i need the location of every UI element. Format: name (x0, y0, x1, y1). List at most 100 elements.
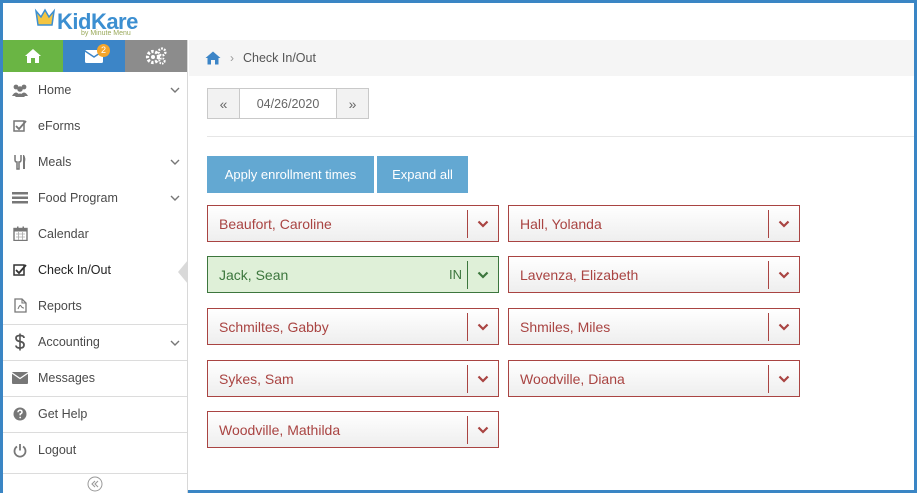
chevron-down-icon (778, 375, 790, 383)
tab-settings[interactable] (125, 40, 187, 72)
utensils-icon (11, 153, 29, 171)
double-chevron-left-icon (87, 476, 103, 491)
tab-messages[interactable]: 2 (63, 40, 125, 72)
child-card[interactable]: Sykes, Sam (207, 360, 499, 397)
chevron-down-icon (477, 375, 489, 383)
sidebar-item-food-program[interactable]: Food Program (3, 180, 187, 216)
sidebar-item-label: Meals (38, 154, 72, 169)
sidebar-menu: Home eForms Meals Food Program Calendar … (3, 72, 188, 468)
message-count-badge: 2 (97, 44, 110, 57)
chevron-down-icon (477, 426, 489, 434)
sidebar-item-label: Logout (38, 443, 77, 457)
sidebar-item-label: Accounting (38, 335, 100, 349)
expand-child-button[interactable] (768, 312, 799, 341)
sidebar: 2 Home eForms Meals Food Program Calenda… (3, 40, 188, 493)
sidebar-item-accounting[interactable]: Accounting (3, 324, 187, 360)
child-name: Woodville, Diana (520, 370, 625, 387)
child-card[interactable]: Jack, Sean IN (207, 256, 499, 293)
logo-mark-icon (34, 8, 56, 26)
list-icon (11, 189, 29, 207)
expand-child-button[interactable] (768, 364, 799, 393)
chevron-down-icon (477, 220, 489, 228)
child-name: Shmiles, Miles (520, 318, 611, 335)
apply-enrollment-times-button[interactable]: Apply enrollment times (207, 156, 374, 193)
child-card[interactable]: Hall, Yolanda (508, 205, 800, 242)
expand-child-button[interactable] (768, 260, 799, 289)
sidebar-item-label: Reports (38, 298, 82, 313)
child-name: Hall, Yolanda (520, 215, 602, 232)
dollar-icon (11, 333, 29, 351)
divider (207, 136, 914, 137)
expand-child-button[interactable] (467, 209, 498, 238)
sidebar-item-check-in-out[interactable]: Check In/Out (3, 252, 188, 288)
child-name: Sykes, Sam (219, 370, 294, 387)
people-icon (11, 81, 29, 99)
child-card[interactable]: Lavenza, Elizabeth (508, 256, 800, 293)
sidebar-item-label: Home (38, 82, 72, 97)
kidkare-logo[interactable]: KidKare by Minute Menu (31, 5, 151, 41)
expand-child-button[interactable] (467, 312, 498, 341)
chevron-down-icon (477, 323, 489, 331)
collapse-sidebar-button[interactable] (3, 473, 187, 493)
sidebar-item-logout[interactable]: Logout (3, 432, 187, 468)
power-icon (11, 441, 29, 459)
sidebar-item-get-help[interactable]: Get Help (3, 396, 187, 432)
top-bar: KidKare by Minute Menu (3, 3, 914, 43)
chevron-down-icon (170, 340, 180, 346)
home-icon (25, 49, 41, 63)
child-card[interactable]: Woodville, Diana (508, 360, 800, 397)
date-navigator: « 04/26/2020 » (207, 88, 369, 119)
breadcrumb-separator: › (230, 51, 234, 65)
child-name: Beaufort, Caroline (219, 215, 332, 232)
next-date-button[interactable]: » (337, 89, 368, 118)
sidebar-item-eforms[interactable]: eForms (3, 108, 187, 144)
checkbox-icon (11, 261, 29, 279)
chevron-down-icon (170, 159, 180, 165)
child-card[interactable]: Beaufort, Caroline (207, 205, 499, 242)
chevron-down-icon (778, 271, 790, 279)
sidebar-item-label: Messages (38, 371, 95, 385)
expand-child-button[interactable] (467, 364, 498, 393)
child-name: Schmiltes, Gabby (219, 318, 329, 335)
chevron-down-icon (170, 195, 180, 201)
envelope-icon (11, 369, 29, 387)
expand-child-button[interactable] (768, 209, 799, 238)
chevron-down-icon (778, 220, 790, 228)
sidebar-item-messages[interactable]: Messages (3, 360, 187, 396)
date-field[interactable]: 04/26/2020 (239, 89, 337, 118)
sidebar-item-home[interactable]: Home (3, 72, 187, 108)
help-icon (11, 405, 29, 423)
active-indicator (178, 260, 188, 284)
child-name: Jack, Sean (219, 266, 289, 283)
sidebar-item-calendar[interactable]: Calendar (3, 216, 187, 252)
child-card[interactable]: Schmiltes, Gabby (207, 308, 499, 345)
expand-all-button[interactable]: Expand all (377, 156, 468, 193)
sidebar-tabs: 2 (3, 40, 187, 72)
child-name: Lavenza, Elizabeth (520, 266, 639, 283)
expand-child-button[interactable] (467, 415, 498, 444)
gears-icon (145, 47, 167, 65)
sidebar-item-label: Calendar (38, 226, 89, 241)
sidebar-item-meals[interactable]: Meals (3, 144, 187, 180)
tab-home[interactable] (3, 40, 63, 72)
home-icon[interactable] (205, 51, 221, 65)
expand-child-button[interactable] (467, 260, 498, 289)
sidebar-item-label: eForms (38, 118, 81, 133)
child-name: Woodville, Mathilda (219, 421, 341, 438)
calendar-icon (11, 225, 29, 243)
sidebar-item-label: Get Help (38, 407, 88, 421)
sidebar-item-label: Check In/Out (38, 262, 111, 277)
breadcrumb: › Check In/Out (189, 40, 914, 76)
child-card[interactable]: Shmiles, Miles (508, 308, 800, 345)
chevron-down-icon (477, 271, 489, 279)
chevron-down-icon (778, 323, 790, 331)
sidebar-item-reports[interactable]: Reports (3, 288, 187, 324)
checkbox-icon (11, 117, 29, 135)
sidebar-item-label: Food Program (38, 190, 118, 205)
child-status: IN (449, 267, 462, 282)
breadcrumb-current: Check In/Out (243, 51, 316, 65)
chevron-down-icon (170, 87, 180, 93)
previous-date-button[interactable]: « (208, 89, 239, 118)
child-card[interactable]: Woodville, Mathilda (207, 411, 499, 448)
pdf-icon (11, 297, 29, 315)
